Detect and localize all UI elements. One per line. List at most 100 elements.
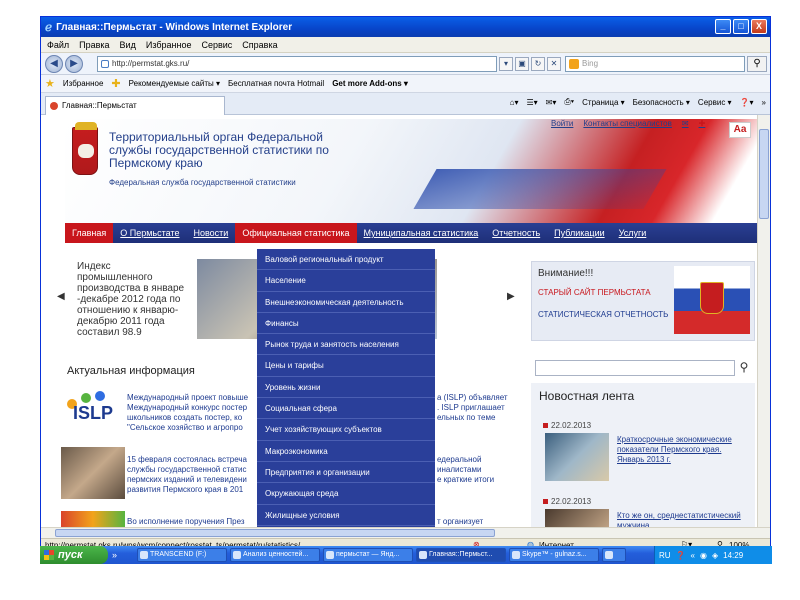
back-button[interactable]: ◀	[45, 55, 63, 73]
nav-official-stats[interactable]: Официальная статистика	[235, 223, 357, 243]
tab-permstat[interactable]: Главная::Пермьстат	[45, 96, 225, 115]
news-row-2[interactable]: Международный конкурс постер	[127, 403, 247, 413]
feed-item-1[interactable]: Краткосрочные экономические показатели П…	[617, 435, 751, 465]
stop-button[interactable]: ✕	[547, 57, 561, 71]
quick-launch-icons[interactable]: »	[112, 550, 134, 560]
feed-item-2[interactable]: Кто же он, среднестатистический мужчина	[617, 511, 751, 527]
recommended-sites-link[interactable]: Рекомендуемые сайты ▾	[129, 79, 220, 88]
add-favorite-icon[interactable]: ✚	[111, 77, 120, 90]
addons-link[interactable]: Get more Add-ons ▾	[332, 79, 408, 88]
page-menu[interactable]: Страница ▾	[582, 98, 625, 107]
task-transcend[interactable]: TRANSCEND (F:)	[137, 548, 227, 562]
news-row-5[interactable]: 15 февраля состоялась встреча	[127, 455, 247, 465]
favorites-button[interactable]: Избранное	[63, 79, 104, 88]
task-permstat[interactable]: Главная::Пермьст...	[416, 548, 506, 562]
service-menu[interactable]: Сервис ▾	[698, 98, 732, 107]
news-row-3[interactable]: школьников создать постер, ко	[127, 413, 242, 423]
favorites-star-icon[interactable]: ★	[45, 77, 55, 90]
horizontal-scrollbar[interactable]	[41, 527, 770, 538]
contacts-link[interactable]: Контакты специалистов	[583, 119, 671, 128]
news-row-7[interactable]: пермских изданий и телевидени	[127, 475, 247, 485]
slider-next-icon[interactable]: ▶	[507, 291, 515, 302]
news-row-1-tail[interactable]: а (ISLP) объявляет	[437, 393, 508, 403]
nav-reporting[interactable]: Отчетность	[485, 223, 547, 243]
dd-grp[interactable]: Валовой региональный продукт	[257, 249, 435, 271]
home-icon[interactable]: ⌂▾	[510, 98, 519, 107]
hotmail-link[interactable]: Бесплатная почта Hotmail	[228, 79, 324, 88]
volume-tray-icon[interactable]: ◈	[712, 551, 718, 560]
nav-news[interactable]: Новости	[186, 223, 235, 243]
dd-social-sphere[interactable]: Социальная сфера	[257, 398, 435, 420]
old-site-link[interactable]: СТАРЫЙ САЙТ ПЕРМЬСТАТА	[538, 288, 651, 297]
news-row-6[interactable]: службы государственной статис	[127, 465, 246, 475]
mail-icon[interactable]: ✉	[682, 119, 689, 128]
menu-help[interactable]: Справка	[242, 40, 277, 50]
menu-favorites[interactable]: Избранное	[146, 40, 192, 50]
nav-home[interactable]: Главная	[65, 223, 114, 243]
maximize-button[interactable]: □	[733, 19, 749, 34]
minimize-button[interactable]: _	[715, 19, 731, 34]
compat-view-button[interactable]: ▣	[515, 57, 529, 71]
news-row-1[interactable]: Международный проект повыше	[127, 393, 248, 403]
dd-macroeconomics[interactable]: Макроэкономика	[257, 441, 435, 462]
dd-finance[interactable]: Финансы	[257, 313, 435, 335]
news-row-8[interactable]: развития Пермского края в 201	[127, 485, 243, 495]
news-row-2-tail[interactable]: . ISLP приглашает	[437, 403, 505, 413]
address-dropdown-button[interactable]: ▾	[499, 57, 513, 71]
forward-button[interactable]: ▶	[65, 55, 83, 73]
address-input[interactable]: http://permstat.gks.ru/	[97, 56, 497, 72]
task-skype[interactable]: Skype™ - gulnaz.s...	[509, 548, 599, 562]
refresh-button[interactable]: ↻	[531, 57, 545, 71]
language-indicator[interactable]: RU	[659, 551, 671, 560]
more-chevron-icon[interactable]: »	[762, 98, 766, 107]
site-search-input[interactable]	[535, 360, 735, 376]
start-button[interactable]: пуск	[40, 546, 108, 564]
slider-prev-icon[interactable]: ◀	[57, 291, 65, 302]
tray-arrow-icon[interactable]: «	[691, 551, 695, 560]
nav-municipal-stats[interactable]: Муниципальная статистика	[357, 223, 486, 243]
menu-view[interactable]: Вид	[120, 40, 136, 50]
news-row-4[interactable]: "Сельское хозяйство и агропро	[127, 423, 243, 433]
featured-news-text[interactable]: Индекс промышленного производства в янва…	[77, 261, 187, 338]
news-row-7-tail[interactable]: е краткие итоги	[437, 475, 494, 485]
dd-labor-market[interactable]: Рынок труда и занятость населения	[257, 334, 435, 356]
search-input[interactable]: Bing	[565, 56, 745, 72]
dd-living-standards[interactable]: Уровень жизни	[257, 377, 435, 399]
task-yandex[interactable]: пермьстат — Янд...	[323, 548, 413, 562]
print-icon[interactable]: ⎙▾	[564, 97, 574, 107]
feeds-icon[interactable]: ☰▾	[526, 98, 537, 107]
help-menu[interactable]: ❓▾	[740, 98, 754, 107]
network-tray-icon[interactable]: ◉	[700, 551, 707, 560]
dd-business-registry[interactable]: Учет хозяйствующих субъектов	[257, 419, 435, 441]
menu-edit[interactable]: Правка	[79, 40, 109, 50]
stat-reporting-link[interactable]: СТАТИСТИЧЕСКАЯ ОТЧЕТНОСТЬ	[538, 310, 668, 319]
font-size-button[interactable]: Aa	[729, 122, 751, 138]
nav-services[interactable]: Услуги	[612, 223, 654, 243]
dd-prices[interactable]: Цены и тарифы	[257, 355, 435, 377]
task-extra[interactable]	[602, 548, 626, 562]
help-tray-icon[interactable]: ❓	[676, 551, 686, 560]
site-search-icon[interactable]: ⚲	[735, 359, 753, 377]
close-button[interactable]: X	[751, 19, 767, 34]
dd-housing[interactable]: Жилищные условия	[257, 505, 435, 526]
dd-foreign-trade[interactable]: Внешнеэкономическая деятельность	[257, 292, 435, 313]
search-icon[interactable]: ⚲	[747, 56, 767, 72]
vertical-scrollbar[interactable]	[757, 115, 770, 527]
dd-environment[interactable]: Окружающая среда	[257, 483, 435, 505]
task-analysis[interactable]: Анализ ценностей...	[230, 548, 320, 562]
menu-file[interactable]: Файл	[47, 40, 69, 50]
dd-population[interactable]: Население	[257, 270, 435, 292]
mail-icon[interactable]: ✉▾	[546, 98, 557, 107]
nav-publications[interactable]: Публикации	[547, 223, 611, 243]
news-row-3-tail[interactable]: ельных по теме	[437, 413, 495, 423]
news-row-9-tail[interactable]: т организует	[437, 517, 483, 527]
dd-enterprises[interactable]: Предприятия и организации	[257, 462, 435, 484]
news-row-5-tail[interactable]: едеральной	[437, 455, 481, 465]
login-link[interactable]: Войти	[551, 119, 573, 128]
news-row-9[interactable]: Во исполнение поручения През	[127, 517, 245, 527]
news-row-6-tail[interactable]: иналистами	[437, 465, 481, 475]
plus-icon[interactable]: ✚	[699, 119, 706, 128]
security-menu[interactable]: Безопасность ▾	[633, 98, 690, 107]
menu-tools[interactable]: Сервис	[201, 40, 232, 50]
clock[interactable]: 14:29	[723, 551, 743, 560]
